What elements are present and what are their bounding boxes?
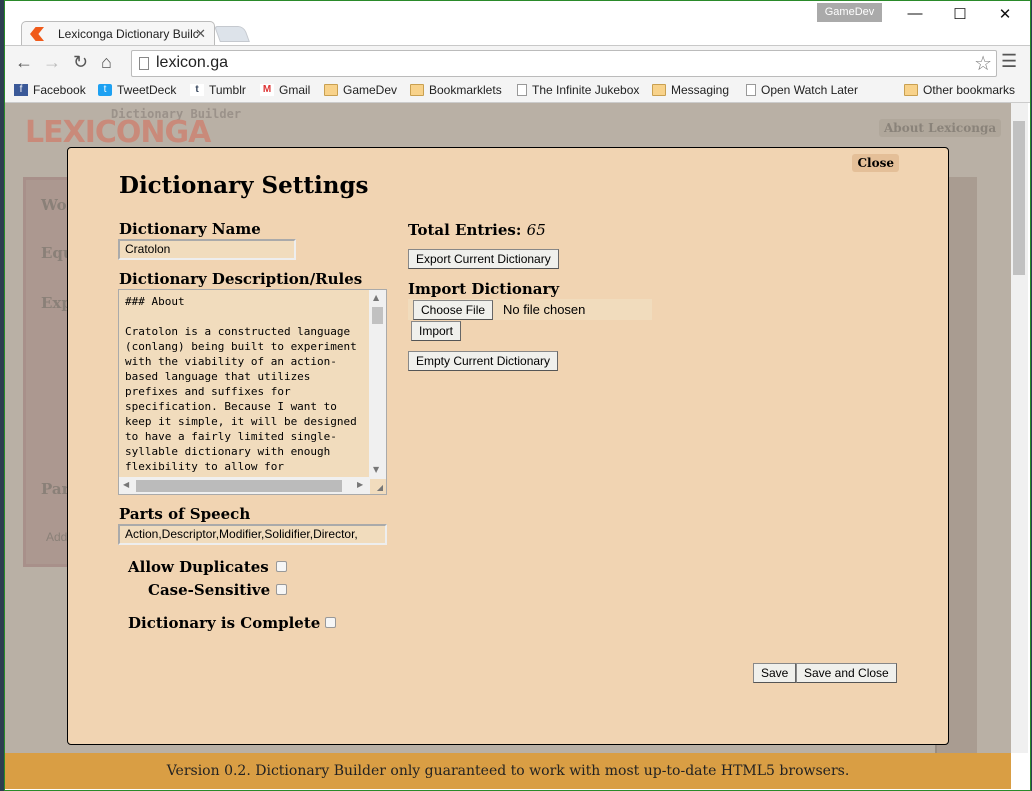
bookmarks-bar: f Facebook t TweetDeck t Tumblr M Gmail Game…	[5, 79, 1030, 103]
home-icon[interactable]: ⌂	[101, 52, 112, 73]
import-label: Import Dictionary	[408, 280, 560, 298]
save-and-close-button[interactable]: Save and Close	[796, 663, 897, 683]
total-entries-value: 65	[526, 221, 546, 239]
allow-duplicates-label: Allow Duplicates	[128, 558, 269, 576]
bookmark-gmail[interactable]: M Gmail	[260, 83, 310, 97]
tab-title: Lexiconga Dictionary Builc	[58, 27, 199, 41]
lexiconga-favicon	[30, 27, 44, 41]
page-icon	[517, 84, 527, 96]
bookmark-tweetdeck[interactable]: t TweetDeck	[98, 83, 176, 97]
gmail-icon: M	[260, 84, 274, 96]
url-text: lexicon.ga	[156, 54, 229, 71]
title-bar: Lexiconga Dictionary Builc ✕ GameDev — ☐…	[5, 1, 1030, 45]
reload-icon[interactable]: ↻	[73, 52, 88, 73]
case-sensitive-label: Case-Sensitive	[148, 581, 271, 599]
new-tab-button[interactable]	[214, 26, 250, 42]
settings-modal: Close Dictionary Settings Dictionary Nam…	[67, 147, 949, 745]
profile-badge[interactable]: GameDev	[817, 3, 882, 22]
bookmark-open-watch-later[interactable]: Open Watch Later	[746, 83, 858, 97]
bookmark-gamedev[interactable]: GameDev	[324, 83, 397, 97]
lexiconga-logo: LEXICONGA	[25, 115, 211, 150]
file-input[interactable]: Choose File No file chosen	[408, 299, 652, 320]
tweetdeck-icon: t	[98, 84, 112, 96]
import-button[interactable]: Import	[411, 321, 462, 341]
bookmark-bookmarklets[interactable]: Bookmarklets	[410, 83, 502, 97]
folder-icon	[904, 84, 918, 96]
facebook-icon: f	[14, 84, 28, 96]
close-button[interactable]: Close	[852, 154, 899, 172]
menu-icon[interactable]: ☰	[1001, 51, 1017, 72]
complete-label: Dictionary is Complete	[128, 614, 321, 632]
modal-title: Dictionary Settings	[119, 172, 369, 199]
forward-icon[interactable]: →	[43, 52, 61, 73]
page-icon	[746, 84, 756, 96]
export-button[interactable]: Export Current Dictionary	[408, 249, 559, 269]
choose-file-button[interactable]: Choose File	[413, 300, 494, 320]
save-button[interactable]: Save	[753, 663, 797, 683]
bookmark-messaging[interactable]: Messaging	[652, 83, 729, 97]
scrollbar-thumb[interactable]	[1013, 121, 1025, 275]
about-button[interactable]: About Lexiconga	[879, 119, 1002, 137]
page-scrollbar[interactable]	[1011, 103, 1028, 753]
back-icon[interactable]: ←	[15, 52, 33, 73]
bookmark-facebook[interactable]: f Facebook	[14, 83, 86, 97]
page-icon	[139, 57, 149, 70]
bookmark-infinite-jukebox[interactable]: The Infinite Jukebox	[517, 83, 639, 97]
star-icon[interactable]: ☆	[974, 51, 992, 76]
parts-of-speech-input[interactable]: Action,Descriptor,Modifier,Solidifier,Di…	[118, 524, 387, 545]
minimize-icon[interactable]: —	[900, 5, 930, 22]
browser-window: Lexiconga Dictionary Builc ✕ GameDev — ☐…	[4, 0, 1031, 791]
file-status: No file chosen	[503, 302, 586, 317]
folder-icon	[652, 84, 666, 96]
close-window-icon[interactable]: ✕	[990, 5, 1020, 23]
tumblr-icon: t	[190, 84, 204, 96]
total-entries: Total Entries: 65	[408, 221, 546, 239]
maximize-icon[interactable]: ☐	[945, 5, 975, 23]
folder-icon	[324, 84, 338, 96]
description-textarea[interactable]: ### About Cratolon is a constructed lang…	[118, 289, 387, 495]
close-tab-icon[interactable]: ✕	[195, 26, 206, 42]
address-bar[interactable]: lexicon.ga ☆	[131, 50, 997, 77]
textarea-vertical-scrollbar[interactable]: ▲ ▼	[369, 290, 386, 479]
browser-tab[interactable]: Lexiconga Dictionary Builc ✕	[21, 21, 215, 45]
allow-duplicates-checkbox[interactable]	[276, 561, 287, 572]
bookmark-tumblr[interactable]: t Tumblr	[190, 83, 246, 97]
folder-icon	[410, 84, 424, 96]
empty-dictionary-button[interactable]: Empty Current Dictionary	[408, 351, 559, 371]
resize-handle-icon[interactable]: ◢	[377, 483, 383, 492]
description-label: Dictionary Description/Rules	[119, 270, 363, 288]
bookmark-other[interactable]: Other bookmarks	[904, 83, 1015, 97]
browser-toolbar: ← → ↻ ⌂ lexicon.ga ☆ ☰	[5, 45, 1030, 79]
footer: Version 0.2. Dictionary Builder only gua…	[5, 753, 1011, 789]
case-sensitive-checkbox[interactable]	[276, 584, 287, 595]
dictionary-name-input[interactable]: Cratolon	[118, 239, 296, 260]
textarea-horizontal-scrollbar[interactable]: ◀ ▶	[119, 477, 370, 494]
name-label: Dictionary Name	[119, 220, 261, 238]
complete-checkbox[interactable]	[325, 617, 336, 628]
parts-of-speech-label: Parts of Speech	[119, 505, 251, 523]
